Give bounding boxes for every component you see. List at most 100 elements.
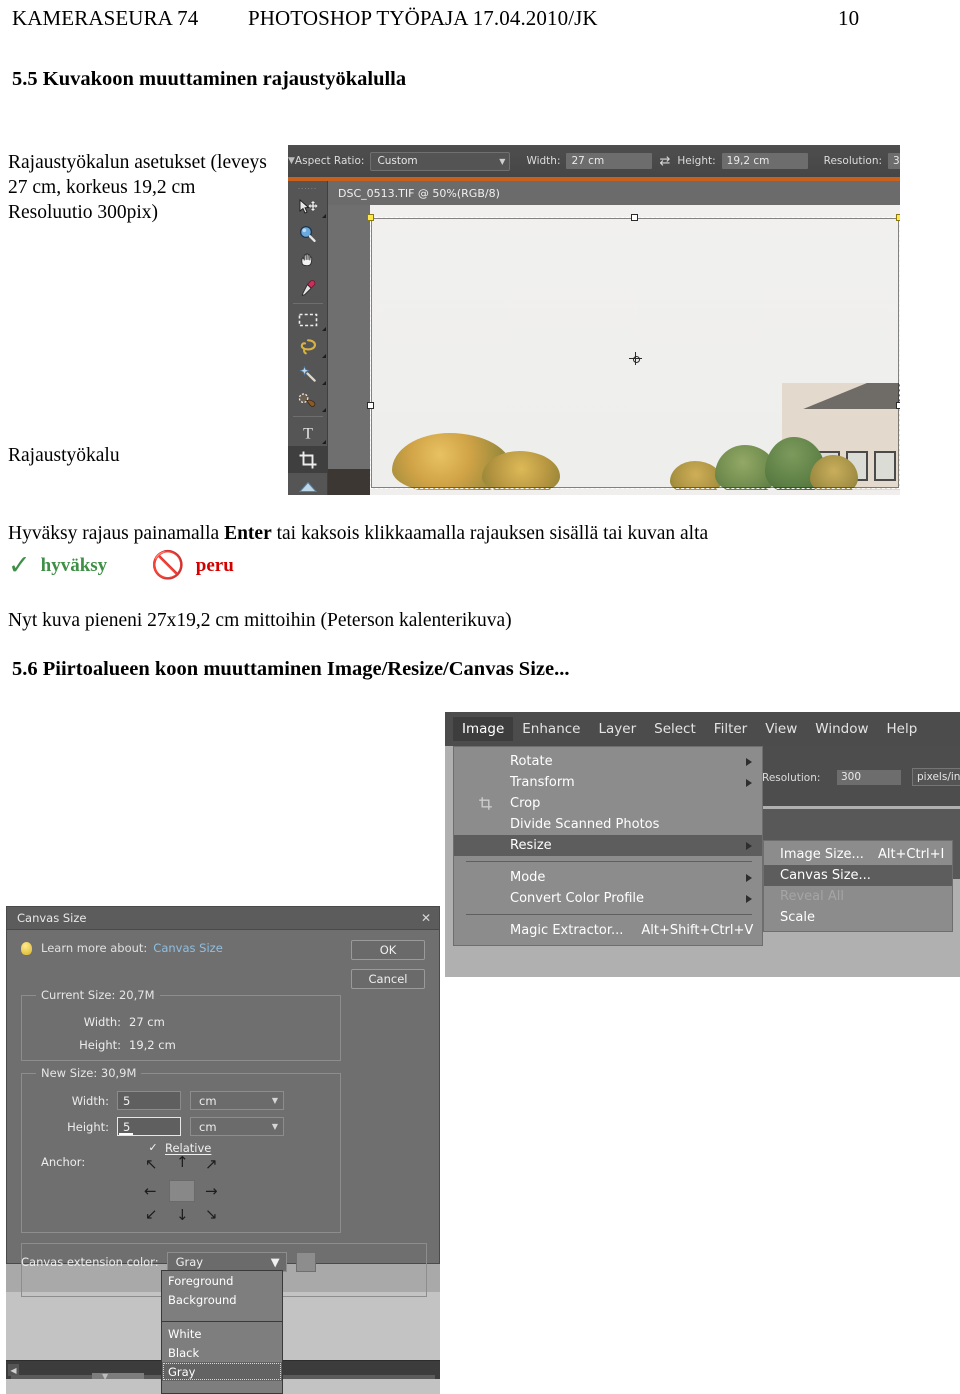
dropdown-option-white[interactable]: White	[162, 1324, 282, 1343]
canvas-extension-select[interactable]: Gray ▼	[166, 1252, 287, 1272]
resolution-input[interactable]: 300	[888, 153, 900, 169]
crop-tool-button[interactable]	[288, 446, 328, 473]
scrollbar-thumb[interactable]	[92, 1373, 144, 1379]
type-tool-button[interactable]: T	[288, 419, 328, 446]
menu-item-convert-color-profile[interactable]: Convert Color Profile	[454, 888, 762, 909]
menu-item-magic-extractor[interactable]: Magic Extractor... Alt+Shift+Ctrl+V	[454, 920, 762, 941]
menu-filter[interactable]: Filter	[705, 717, 756, 741]
crop-tool-caption: Rajaustyökalu	[8, 445, 120, 466]
cancel-button[interactable]: Cancel	[351, 969, 425, 989]
crop-handle-top-left[interactable]	[367, 214, 374, 221]
crop-handle-middle-left[interactable]	[367, 402, 374, 409]
current-width-label: Width:	[83, 1015, 121, 1029]
menu-item-crop[interactable]: Crop	[454, 793, 762, 814]
height-input[interactable]: 19,2 cm	[721, 153, 808, 169]
submenu-item-scale[interactable]: Scale	[764, 907, 952, 928]
learn-more-row: Learn more about: Canvas Size	[21, 941, 223, 955]
menu-item-resize[interactable]: Resize	[454, 835, 762, 856]
anchor-arrow-top-left-icon[interactable]: ↖	[145, 1157, 158, 1172]
magic-wand-tool-button[interactable]	[288, 360, 328, 387]
dropdown-option-gray[interactable]: Gray	[162, 1362, 282, 1381]
dialog-title: Canvas Size	[17, 911, 87, 925]
chevron-down-icon-3[interactable]: ▼	[102, 1372, 108, 1381]
anchor-arrow-top-right-icon[interactable]: ↗	[205, 1157, 218, 1172]
current-height-label: Height:	[79, 1038, 121, 1052]
section-5-6-heading: 5.6 Piirtoalueen koon muuttaminen Image/…	[12, 658, 570, 680]
menu-item-transform[interactable]: Transform	[454, 772, 762, 793]
new-height-unit-select[interactable]: cm ▼	[190, 1117, 284, 1136]
crop-selection-rectangle[interactable]	[367, 214, 900, 489]
dropdown-option-foreground[interactable]: Foreground	[162, 1271, 282, 1290]
new-width-value: 5	[123, 1093, 131, 1108]
toolbar-grip-icon[interactable]: ······	[288, 185, 327, 193]
document-title: DSC_0513.TIF @ 50%(RGB/8)	[338, 186, 500, 200]
crop-handle-top-center[interactable]	[631, 214, 638, 221]
anchor-arrow-bottom-left-icon[interactable]: ↙	[145, 1207, 158, 1222]
width-input[interactable]: 27 cm	[566, 153, 653, 169]
canvas-extension-color-swatch[interactable]	[295, 1252, 316, 1272]
dropdown-option-black[interactable]: Black	[162, 1343, 282, 1362]
current-height-value: 19,2 cm	[129, 1038, 176, 1052]
cancel-label: peru	[195, 554, 234, 576]
tool-expand-triangle-icon-6	[322, 440, 326, 444]
lasso-tool-button[interactable]	[288, 333, 328, 360]
crop-handle-top-right[interactable]	[896, 214, 900, 221]
menu-item-label: Rotate	[510, 754, 553, 769]
menu-image[interactable]: Image	[453, 717, 514, 741]
learn-more-link[interactable]: Canvas Size	[153, 941, 222, 955]
tool-expand-triangle-icon-3	[322, 354, 326, 358]
selection-brush-tool-button[interactable]	[288, 387, 328, 414]
anchor-arrow-right-icon[interactable]: →	[205, 1184, 218, 1199]
menu-item-mode[interactable]: Mode	[454, 867, 762, 888]
menu-layer[interactable]: Layer	[589, 717, 645, 741]
photoshop-image-menu-screenshot: Resolution: 300 pixels/inc Image Enhance…	[445, 712, 960, 977]
submenu-item-image-size[interactable]: Image Size... Alt+Ctrl+I	[764, 844, 952, 865]
shape-tool-icon	[298, 481, 318, 492]
options-bar-grip-icon[interactable]: ▼	[288, 145, 295, 177]
crop-handle-middle-right[interactable]	[896, 402, 900, 409]
menu-divider-2	[466, 914, 752, 915]
lightbulb-icon	[21, 941, 32, 955]
shape-tool-button[interactable]	[288, 473, 328, 495]
new-width-unit-select[interactable]: cm ▼	[190, 1091, 284, 1110]
close-icon[interactable]: ✕	[421, 911, 431, 925]
swap-dimensions-icon[interactable]: ⇄	[659, 155, 670, 168]
anchor-arrow-bottom-right-icon[interactable]: ↘	[205, 1207, 218, 1222]
document-header: KAMERASEURA 74 PHOTOSHOP TYÖPAJA 17.04.2…	[0, 0, 960, 44]
current-width-value: 27 cm	[129, 1015, 165, 1029]
new-width-input[interactable]: 5	[117, 1091, 181, 1110]
new-width-unit-value: cm	[199, 1093, 217, 1108]
checkmark-icon: ✓	[8, 550, 31, 581]
anchor-arrow-left-icon[interactable]: ←	[144, 1184, 157, 1199]
menu-help[interactable]: Help	[878, 717, 927, 741]
menu-item-divide-scanned-photos[interactable]: Divide Scanned Photos	[454, 814, 762, 835]
canvas-extension-dropdown-list: Foreground Background White Black Gray O…	[161, 1270, 283, 1394]
menu-view[interactable]: View	[756, 717, 806, 741]
image-canvas-area[interactable]	[328, 205, 900, 495]
hand-tool-button[interactable]	[288, 247, 328, 274]
new-height-input[interactable]: 5	[117, 1117, 181, 1136]
no-entry-icon: 🚫	[151, 550, 185, 581]
dropdown-divider-1	[162, 1321, 282, 1322]
lasso-tool-icon	[300, 338, 317, 354]
zoom-tool-button[interactable]	[288, 220, 328, 247]
anchor-center-cell[interactable]	[169, 1180, 195, 1202]
aspect-ratio-select[interactable]: Custom ▼	[370, 151, 511, 171]
tool-expand-triangle-icon	[322, 214, 326, 218]
anchor-grid[interactable]: ↖ ↑ ↗ ← → ↙ ↓ ↘	[143, 1155, 221, 1225]
menu-enhance[interactable]: Enhance	[513, 717, 589, 741]
anchor-arrow-bottom-icon[interactable]: ↓	[176, 1208, 189, 1223]
ok-button[interactable]: OK	[351, 940, 425, 960]
dropdown-option-background[interactable]: Background	[162, 1290, 282, 1309]
marquee-tool-button[interactable]	[288, 306, 328, 333]
menu-select[interactable]: Select	[645, 717, 705, 741]
menu-window[interactable]: Window	[806, 717, 877, 741]
menu-item-rotate[interactable]: Rotate	[454, 751, 762, 772]
chevron-down-icon-6: ▼	[270, 1255, 280, 1269]
anchor-arrow-top-icon[interactable]: ↑	[176, 1155, 189, 1170]
move-tool-button[interactable]	[288, 193, 328, 220]
menu-divider-1	[466, 861, 752, 862]
submenu-item-canvas-size[interactable]: Canvas Size...	[764, 865, 952, 886]
new-width-row: Width: 5 cm ▼	[47, 1091, 284, 1110]
eyedropper-tool-button[interactable]	[288, 274, 328, 301]
